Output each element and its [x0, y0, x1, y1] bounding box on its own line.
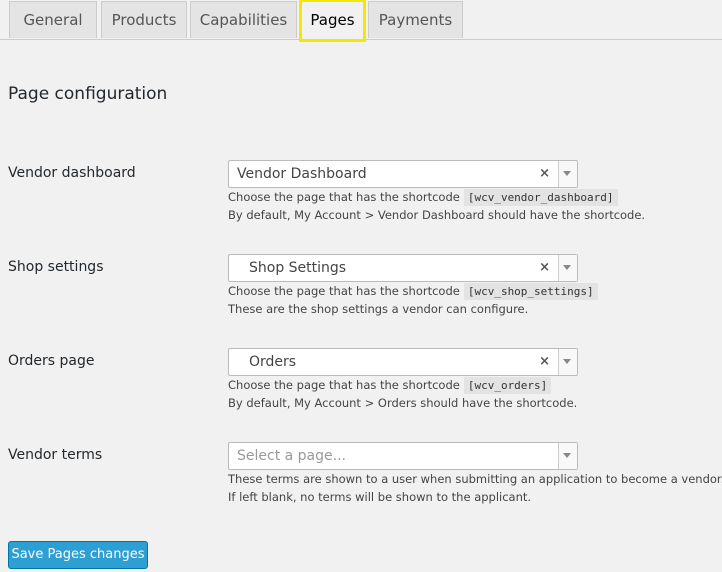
- clear-icon[interactable]: ×: [539, 255, 550, 281]
- shortcode: [wcv_orders]: [463, 377, 552, 394]
- clear-icon[interactable]: ×: [539, 349, 550, 375]
- shortcode: [wcv_shop_settings]: [463, 283, 598, 300]
- orders-page-label: Orders page: [8, 353, 95, 369]
- vendor-terms-placeholder: Select a page...: [237, 448, 346, 464]
- desc-text: Choose the page that has the shortcode: [228, 190, 460, 204]
- shop-settings-label: Shop settings: [8, 259, 104, 275]
- tab-payments[interactable]: Payments: [368, 1, 463, 38]
- shop-settings-value: Shop Settings: [249, 260, 347, 276]
- desc-text: Choose the page that has the shortcode: [228, 378, 460, 392]
- tab-capabilities[interactable]: Capabilities: [190, 1, 297, 38]
- desc-text: Choose the page that has the shortcode: [228, 284, 460, 298]
- shortcode: [wcv_vendor_dashboard]: [463, 189, 618, 206]
- save-pages-button[interactable]: Save Pages changes: [8, 541, 148, 569]
- vendor-terms-label: Vendor terms: [8, 447, 103, 463]
- orders-page-desc: Choose the page that has the shortcode [w…: [228, 377, 552, 394]
- vendor-terms-select[interactable]: Select a page...: [228, 442, 578, 470]
- settings-tabs: General Products Capabilities Pages Paym…: [0, 0, 722, 42]
- tab-general[interactable]: General: [9, 1, 97, 38]
- vendor-terms-desc-line2: If left blank, no terms will be shown to…: [228, 490, 532, 504]
- vendor-dashboard-value: Vendor Dashboard: [237, 166, 367, 182]
- clear-icon[interactable]: ×: [539, 161, 550, 187]
- dropdown-arrow-icon[interactable]: [558, 255, 577, 281]
- orders-page-select[interactable]: Orders ×: [228, 348, 578, 376]
- tab-pages[interactable]: Pages: [299, 0, 366, 42]
- vendor-dashboard-select[interactable]: Vendor Dashboard ×: [228, 160, 578, 188]
- section-title: Page configuration: [8, 84, 168, 104]
- shop-settings-desc-line2: These are the shop settings a vendor can…: [228, 302, 529, 316]
- shop-settings-desc: Choose the page that has the shortcode [w…: [228, 283, 598, 300]
- dropdown-arrow-icon[interactable]: [558, 349, 577, 375]
- vendor-dashboard-label: Vendor dashboard: [8, 165, 136, 181]
- tab-products[interactable]: Products: [101, 1, 187, 38]
- vendor-dashboard-desc-line2: By default, My Account > Vendor Dashboar…: [228, 208, 646, 222]
- orders-page-value: Orders: [249, 354, 297, 370]
- orders-page-desc-line2: By default, My Account > Orders should h…: [228, 396, 578, 410]
- vendor-dashboard-desc: Choose the page that has the shortcode [w…: [228, 189, 618, 206]
- dropdown-arrow-icon[interactable]: [558, 443, 577, 469]
- dropdown-arrow-icon[interactable]: [558, 161, 577, 187]
- shop-settings-select[interactable]: Shop Settings ×: [228, 254, 578, 282]
- vendor-terms-desc: These terms are shown to a user when sub…: [228, 472, 722, 486]
